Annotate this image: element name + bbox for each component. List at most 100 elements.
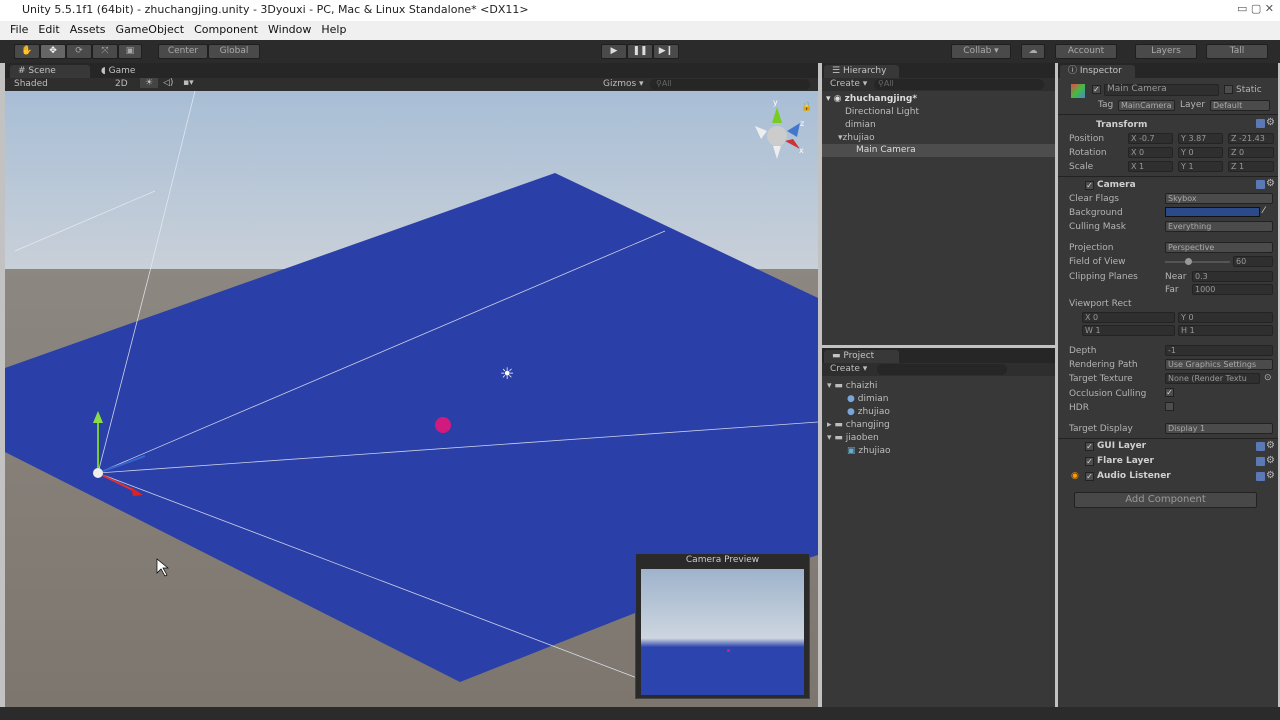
hand-tool-icon[interactable]: ✋	[14, 44, 40, 59]
help-icon[interactable]	[1256, 119, 1265, 128]
rect-tool-icon[interactable]: ▣	[118, 44, 142, 59]
menu-window[interactable]: Window	[268, 23, 311, 38]
viewport-w[interactable]: W 1	[1082, 325, 1175, 336]
directional-light-icon[interactable]: ☀	[500, 364, 514, 383]
script-zhujiao[interactable]: ▣ zhujiao	[822, 445, 891, 458]
viewport-x[interactable]: X 0	[1082, 312, 1175, 323]
target-display-dropdown[interactable]: Display 1	[1165, 423, 1273, 434]
scene-search-input[interactable]: ⚲All	[650, 79, 810, 90]
project-search-input[interactable]	[877, 364, 1007, 375]
hierarchy-item[interactable]: Directional Light	[822, 106, 919, 119]
menu-gameobject[interactable]: GameObject	[116, 23, 185, 38]
gear-icon[interactable]: ⚙	[1266, 455, 1275, 466]
zhujiao-sphere[interactable]	[435, 417, 451, 433]
menu-edit[interactable]: Edit	[38, 23, 59, 38]
layers-dropdown[interactable]: Layers	[1135, 44, 1197, 59]
active-checkbox[interactable]: ✓	[1092, 85, 1101, 94]
viewport-y[interactable]: Y 0	[1178, 312, 1273, 323]
name-field[interactable]: Main Camera	[1104, 84, 1219, 96]
rotation-y[interactable]: Y 0	[1178, 147, 1223, 158]
step-button[interactable]: ▶❙	[653, 44, 679, 59]
hierarchy-create-button[interactable]: Create ▾	[830, 79, 867, 89]
projection-dropdown[interactable]: Perspective	[1165, 242, 1273, 253]
2d-toggle[interactable]: 2D	[115, 79, 128, 89]
fov-slider[interactable]	[1165, 258, 1230, 265]
flare-layer-header[interactable]: Flare Layer	[1097, 456, 1154, 466]
collab-button[interactable]: Collab ▾	[951, 44, 1011, 59]
audio-toggle-icon[interactable]: ◁)	[163, 78, 173, 88]
tab-game[interactable]: ◖ Game	[93, 65, 143, 78]
scale-z[interactable]: Z 1	[1228, 161, 1274, 172]
asset-dimian[interactable]: ● dimian	[822, 393, 888, 406]
gui-layer-checkbox[interactable]: ✓	[1085, 442, 1094, 451]
effects-toggle-icon[interactable]: ▪▾	[183, 78, 194, 88]
help-icon[interactable]	[1256, 442, 1265, 451]
folder-jiaoben[interactable]: ▾ ▬ jiaoben	[822, 432, 879, 445]
hierarchy-search-input[interactable]: ⚲All	[874, 79, 1044, 90]
position-y[interactable]: Y 3.87	[1178, 133, 1223, 144]
audio-listener-header[interactable]: Audio Listener	[1097, 471, 1171, 481]
lock-icon[interactable]: 🔒	[801, 101, 812, 112]
camera-header[interactable]: Camera	[1097, 180, 1136, 190]
gear-icon[interactable]: ⚙	[1266, 440, 1275, 451]
add-component-button[interactable]: Add Component	[1074, 492, 1257, 508]
object-picker-icon[interactable]: ⊙	[1264, 373, 1272, 383]
occlusion-culling-checkbox[interactable]: ✓	[1165, 388, 1174, 397]
tab-project[interactable]: ▬ Project	[824, 350, 899, 363]
fov-slider-handle[interactable]	[1185, 258, 1192, 265]
rotation-x[interactable]: X 0	[1128, 147, 1173, 158]
near-field[interactable]: 0.3	[1192, 271, 1273, 282]
far-field[interactable]: 1000	[1192, 284, 1273, 295]
audio-listener-checkbox[interactable]: ✓	[1085, 472, 1094, 481]
tab-scene[interactable]: # Scene	[10, 65, 90, 78]
gui-layer-header[interactable]: GUI Layer	[1097, 441, 1146, 451]
position-x[interactable]: X -0.7	[1128, 133, 1173, 144]
help-icon[interactable]	[1256, 180, 1265, 189]
account-dropdown[interactable]: Account	[1055, 44, 1117, 59]
tag-dropdown[interactable]: MainCamera	[1118, 100, 1175, 111]
tab-inspector[interactable]: ⓘ Inspector	[1060, 65, 1135, 78]
transform-header[interactable]: Transform	[1096, 120, 1147, 130]
rendering-path-dropdown[interactable]: Use Graphics Settings	[1165, 359, 1273, 370]
background-color-swatch[interactable]	[1165, 207, 1260, 217]
hdr-checkbox[interactable]	[1165, 402, 1174, 411]
target-texture-field[interactable]: None (Render Textu	[1165, 373, 1260, 384]
help-icon[interactable]	[1256, 457, 1265, 466]
folder-changjing[interactable]: ▸ ▬ changjing	[822, 419, 890, 432]
scale-tool-icon[interactable]: ⤧	[92, 44, 118, 59]
menu-component[interactable]: Component	[194, 23, 258, 38]
scale-y[interactable]: Y 1	[1178, 161, 1223, 172]
layout-dropdown[interactable]: Tall	[1206, 44, 1268, 59]
menu-assets[interactable]: Assets	[70, 23, 106, 38]
layer-dropdown[interactable]: Default	[1210, 100, 1270, 111]
position-z[interactable]: Z -21.43	[1228, 133, 1274, 144]
flare-layer-checkbox[interactable]: ✓	[1085, 457, 1094, 466]
hierarchy-item[interactable]: dimian	[822, 119, 876, 132]
culling-mask-dropdown[interactable]: Everything	[1165, 221, 1273, 232]
cloud-icon[interactable]: ☁	[1021, 44, 1045, 59]
depth-field[interactable]: -1	[1165, 345, 1273, 356]
scene-root[interactable]: ▾ ◉ zhuchangjing*	[822, 93, 917, 106]
viewport-h[interactable]: H 1	[1178, 325, 1273, 336]
tab-hierarchy[interactable]: ☰ Hierarchy	[824, 65, 899, 78]
menu-help[interactable]: Help	[321, 23, 346, 38]
gear-icon[interactable]: ⚙	[1266, 470, 1275, 481]
pivot-global-button[interactable]: Global	[208, 44, 260, 59]
play-button[interactable]: ▶	[601, 44, 627, 59]
gizmos-dropdown[interactable]: Gizmos ▾	[603, 79, 644, 89]
clear-flags-dropdown[interactable]: Skybox	[1165, 193, 1273, 204]
project-create-button[interactable]: Create ▾	[830, 364, 867, 374]
shading-dropdown[interactable]: Shaded	[14, 79, 48, 89]
help-icon[interactable]	[1256, 472, 1265, 481]
rotate-tool-icon[interactable]: ⟳	[66, 44, 92, 59]
folder-chaizhi[interactable]: ▾ ▬ chaizhi	[822, 380, 877, 393]
pivot-center-button[interactable]: Center	[158, 44, 208, 59]
fov-field[interactable]: 60	[1233, 256, 1273, 267]
asset-zhujiao[interactable]: ● zhujiao	[822, 406, 890, 419]
gear-icon[interactable]: ⚙	[1266, 178, 1275, 189]
eyedropper-icon[interactable]: ⁄	[1263, 206, 1265, 216]
camera-enabled-checkbox[interactable]: ✓	[1085, 181, 1094, 190]
window-controls[interactable]: ▭ ▢ ✕	[1237, 2, 1274, 15]
gear-icon[interactable]: ⚙	[1266, 117, 1275, 128]
static-checkbox[interactable]	[1224, 85, 1233, 94]
